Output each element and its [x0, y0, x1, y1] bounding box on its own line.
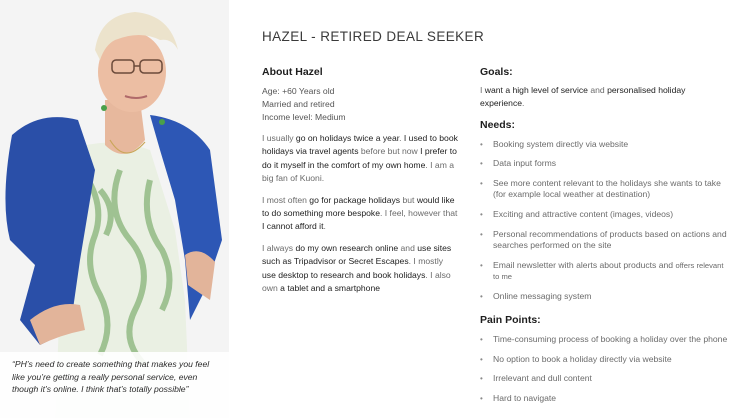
list-item: No option to book a holiday directly via… — [480, 354, 730, 365]
list-item: Irrelevant and dull content — [480, 373, 730, 384]
list-item: See more content relevant to the holiday… — [480, 178, 730, 200]
age-text: Age: +60 Years old — [262, 86, 335, 96]
persona-photo-panel: “PH’s need to create something that make… — [0, 0, 229, 418]
persona-title: HAZEL - RETIRED DEAL SEEKER — [262, 29, 485, 44]
list-item: Booking system directly via website — [480, 139, 730, 150]
income-text: Income level: Medium — [262, 112, 346, 122]
about-paragraph-1: I usually go on holidays twice a year. I… — [262, 133, 458, 184]
goals-needs-section: Goals: I want a high level of service an… — [480, 66, 730, 413]
list-item: Data input forms — [480, 158, 730, 169]
about-paragraph-3: I always do my own research online and u… — [262, 242, 452, 294]
list-item: Hard to navigate — [480, 393, 730, 404]
needs-heading: Needs: — [480, 118, 516, 131]
demographics: Age: +60 Years old Married and retired I… — [262, 85, 458, 124]
list-item: Personal recommendations of products bas… — [480, 229, 730, 251]
goals-heading: Goals: — [480, 66, 513, 78]
pain-points-heading: Pain Points: — [480, 314, 541, 327]
needs-list: Booking system directly via website Data… — [480, 139, 730, 303]
list-item: Online messaging system — [480, 291, 730, 302]
about-heading: About Hazel — [262, 66, 323, 78]
list-item: Email newsletter with alerts about produ… — [480, 260, 730, 282]
list-item: Time-consuming process of booking a holi… — [480, 334, 730, 345]
goals-text: I want a high level of service and perso… — [480, 85, 686, 108]
persona-quote: “PH’s need to create something that make… — [0, 352, 229, 418]
pain-points-list: Time-consuming process of booking a holi… — [480, 334, 730, 404]
about-paragraph-2: I most often go for package holidays but… — [262, 194, 458, 232]
about-section: About Hazel Age: +60 Years old Married a… — [262, 66, 458, 295]
list-item: Exciting and attractive content (images,… — [480, 209, 730, 220]
marital-status-text: Married and retired — [262, 99, 335, 109]
